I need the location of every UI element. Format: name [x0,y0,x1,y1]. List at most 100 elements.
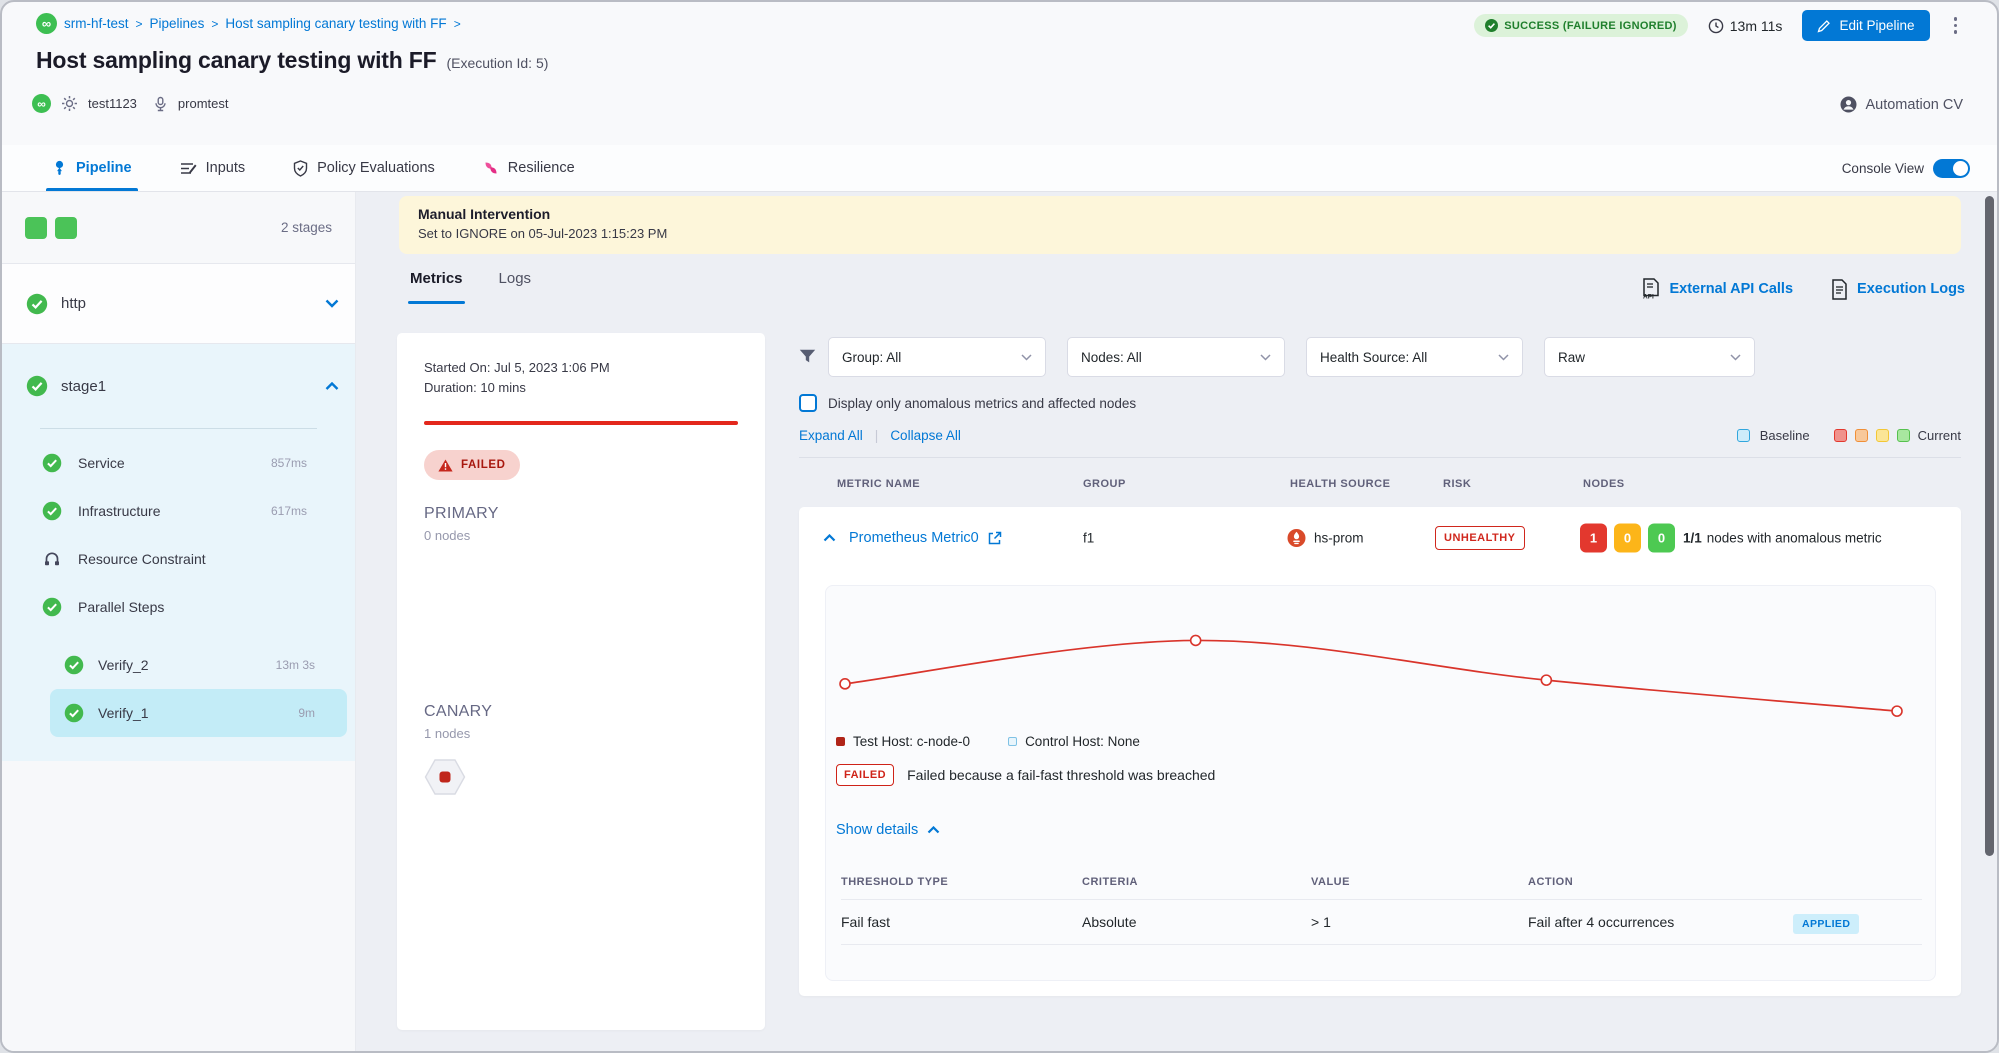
success-check-icon [1485,19,1498,32]
breadcrumb: ∞ srm-hf-test > Pipelines > Host samplin… [36,13,461,34]
risk-orange-swatch [1855,429,1868,442]
primary-node-count: 0 nodes [424,528,738,543]
breadcrumb-separator: > [211,17,218,31]
pipeline-icon [52,160,67,176]
document-icon [1831,279,1848,300]
chevron-up-icon [927,826,940,834]
api-document-icon: API [1641,278,1660,300]
test-host-label: Test Host: c-node-0 [853,734,970,749]
tab-policy-evaluations[interactable]: Policy Evaluations [293,145,435,191]
fail-reason: Failed because a fail-fast threshold was… [907,767,1215,783]
unhealthy-badge: UNHEALTHY [1435,526,1525,550]
canary-node-hexagon[interactable] [424,758,466,796]
anomalous-only-checkbox[interactable] [799,394,817,412]
collapse-all-link[interactable]: Collapse All [890,428,961,443]
value-value: > 1 [1311,914,1331,930]
clock-icon [1708,18,1724,34]
group-filter-select[interactable]: Group: All [828,337,1046,377]
vertical-scrollbar[interactable] [1985,196,1994,856]
step-verify-2[interactable]: Verify_2 13m 3s [50,641,347,689]
step-infrastructure[interactable]: Infrastructure 617ms [2,487,355,535]
execution-logs-link[interactable]: Execution Logs [1831,278,1965,300]
stage-stage1[interactable]: stage1 [2,344,355,428]
external-api-calls-link[interactable]: API External API Calls [1641,278,1793,300]
step-verify-1-selected[interactable]: Verify_1 9m [50,689,347,737]
anomalous-only-label[interactable]: Display only anomalous metrics and affec… [828,396,1136,411]
col-health-source: HEALTH SOURCE [1290,478,1390,490]
step-service[interactable]: Service 857ms [2,439,355,487]
threshold-details-table: THRESHOLD TYPE CRITERIA VALUE ACTION Fai… [841,876,1922,945]
success-check-icon [64,655,84,675]
chart-legend: Test Host: c-node-0 Control Host: None [836,734,1140,749]
col-group: GROUP [1083,478,1126,490]
step-duration: 857ms [271,456,307,470]
warning-node-count: 0 [1614,524,1641,553]
metric-group: f1 [1083,531,1094,546]
page-title: Host sampling canary testing with FF [36,47,436,74]
verification-duration: Duration: 10 mins [424,378,738,398]
health-source-filter-select[interactable]: Health Source: All [1306,337,1523,377]
success-check-icon [42,597,62,617]
collapse-metric-chevron[interactable] [823,534,836,542]
success-check-icon [42,453,62,473]
healthy-node-count: 0 [1648,524,1675,553]
main-content: Manual Intervention Set to IGNORE on 05-… [356,192,1997,1051]
execution-id: (Execution Id: 5) [446,55,548,71]
breadcrumb-pipeline-name[interactable]: Host sampling canary testing with FF [225,16,446,31]
metric-health-source: hs-prom [1287,529,1364,548]
step-duration: 9m [298,706,315,720]
chevron-down-icon [1021,354,1032,361]
control-host-swatch [1008,737,1017,746]
banner-subtitle: Set to IGNORE on 05-Jul-2023 1:15:23 PM [418,226,1942,241]
col-threshold-type: THRESHOLD TYPE [841,876,948,888]
manual-intervention-banner: Manual Intervention Set to IGNORE on 05-… [399,196,1961,254]
tab-logs[interactable]: Logs [499,270,532,304]
show-details-link[interactable]: Show details [836,822,940,838]
console-view-label: Console View [1842,161,1924,176]
baseline-legend-swatch [1737,429,1750,442]
tab-pipeline[interactable]: Pipeline [52,145,132,191]
more-options-menu[interactable] [1950,13,1962,38]
node-risk-counts: 1 0 0 [1580,524,1675,553]
applied-badge: APPLIED [1793,914,1859,934]
stage-count: 2 stages [281,220,332,235]
control-host-label: Control Host: None [1025,734,1140,749]
metric-table-header: METRIC NAME GROUP HEALTH SOURCE RISK NOD… [799,478,1961,492]
divider [799,457,1961,458]
tab-metrics[interactable]: Metrics [410,270,463,304]
step-resource-constraint[interactable]: Resource Constraint [2,535,355,583]
step-parallel-steps[interactable]: Parallel Steps [2,583,355,631]
shield-check-icon [293,160,308,177]
threshold-type-value: Fail fast [841,914,890,930]
app-window: ∞ srm-hf-test > Pipelines > Host samplin… [0,0,1999,1053]
col-nodes: NODES [1583,478,1625,490]
resource-constraint-icon [42,549,62,569]
console-view-toggle[interactable] [1933,159,1970,178]
tab-inputs[interactable]: Inputs [180,145,246,191]
chevron-down-icon[interactable] [325,299,339,308]
metric-name-link[interactable]: Prometheus Metric0 [849,530,1002,546]
risk-green-swatch [1897,429,1910,442]
edit-pipeline-button[interactable]: Edit Pipeline [1802,10,1929,41]
breadcrumb-separator: > [136,17,143,31]
stage-http[interactable]: http [2,264,355,344]
external-link-icon [988,531,1002,545]
expand-all-link[interactable]: Expand All [799,428,863,443]
started-on: Started On: Jul 5, 2023 1:06 PM [424,358,738,378]
data-mode-select[interactable]: Raw [1544,337,1755,377]
tab-resilience[interactable]: Resilience [483,145,575,191]
resilience-icon [483,160,499,176]
metric-row[interactable]: Prometheus Metric0 f1 [799,507,1961,569]
prometheus-icon [1287,529,1306,548]
nodes-summary: 1/1 nodes with anomalous metric [1683,531,1882,546]
col-risk: RISK [1443,478,1471,490]
nodes-filter-select[interactable]: Nodes: All [1067,337,1285,377]
breadcrumb-project[interactable]: srm-hf-test [64,16,129,31]
unhealthy-node-count: 1 [1580,524,1607,553]
breadcrumb-pipelines[interactable]: Pipelines [150,16,205,31]
user-icon [1840,96,1857,113]
divider: | [875,428,879,443]
metric-detail-panel: Test Host: c-node-0 Control Host: None F… [825,585,1936,981]
success-check-icon [26,375,48,397]
chevron-up-icon[interactable] [325,382,339,391]
